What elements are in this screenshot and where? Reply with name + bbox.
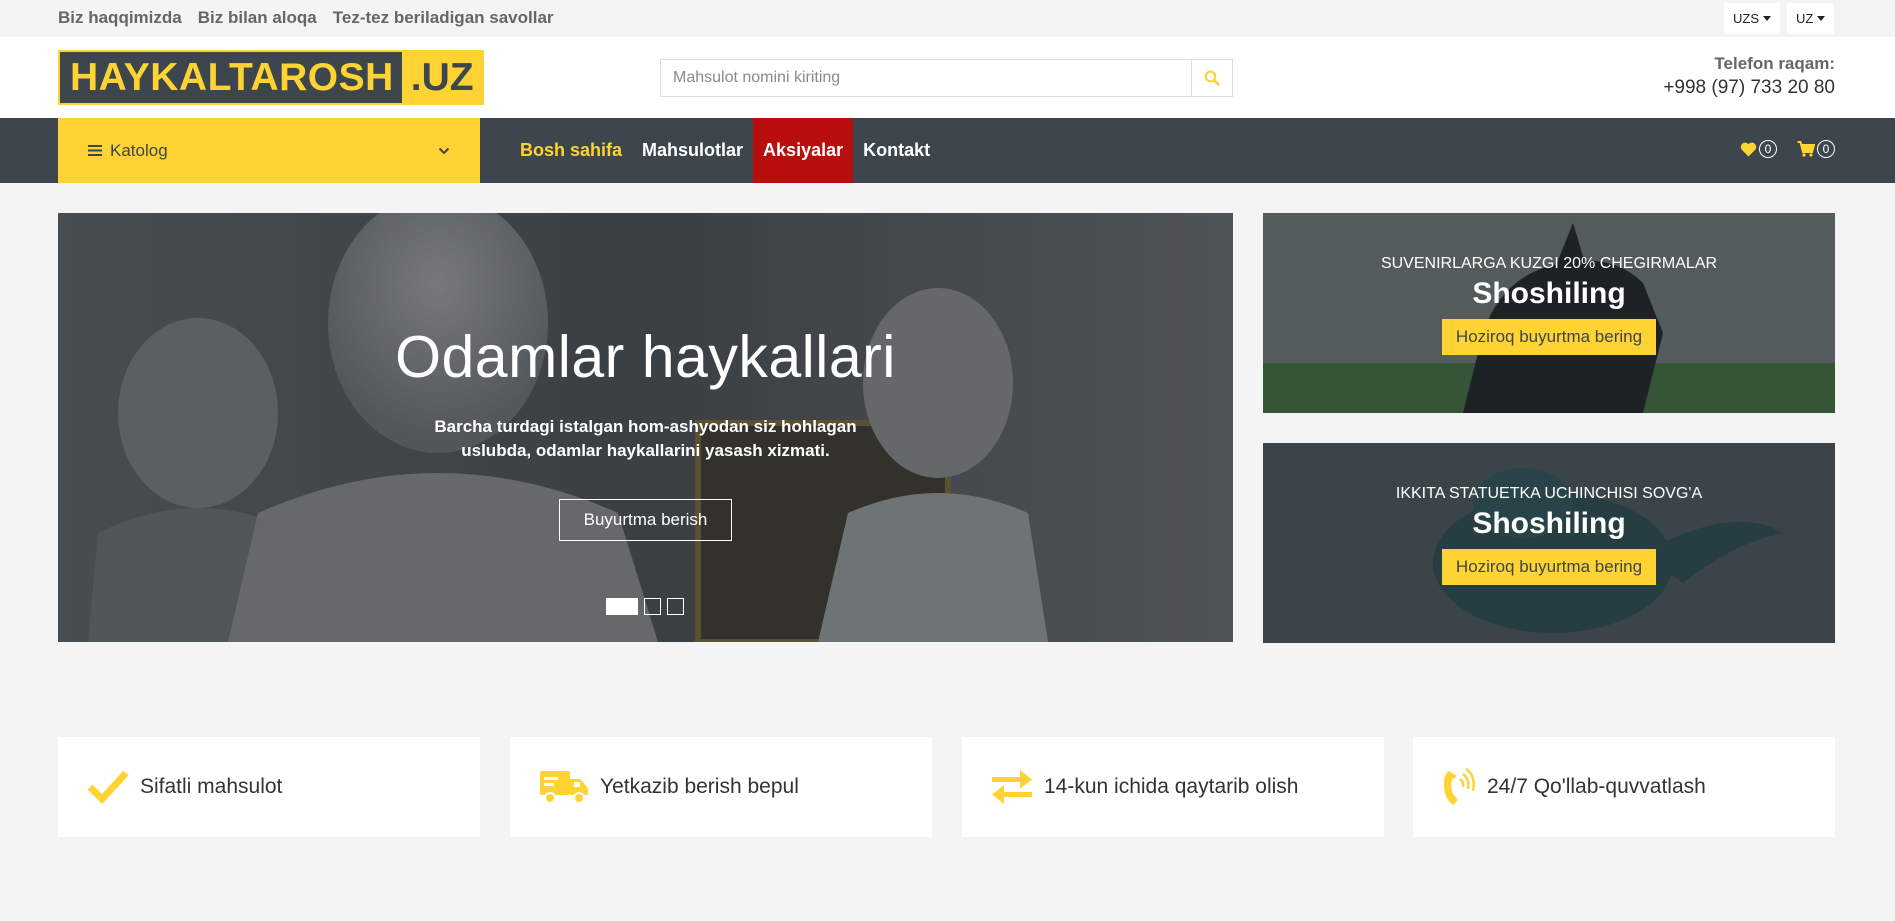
language-label: UZ	[1796, 11, 1814, 26]
promo-order-button[interactable]: Hoziroq buyurtma bering	[1441, 549, 1657, 585]
faq-link[interactable]: Tez-tez beriladigan savollar	[333, 8, 554, 28]
chevron-down-icon	[438, 147, 450, 154]
feature-label: 14-kun ichida qaytarib olish	[1044, 775, 1299, 798]
currency-label: UZS	[1733, 11, 1759, 26]
feature-label: Sifatli mahsulot	[140, 775, 283, 798]
search-input[interactable]	[661, 60, 1191, 96]
catalog-dropdown[interactable]: Katolog	[58, 118, 480, 183]
slider-dots	[606, 598, 684, 615]
promo-headline: Shoshiling	[1472, 507, 1626, 540]
promo-tagline: SUVENIRLARGA KUZGI 20% CHEGIRMALAR	[1380, 255, 1718, 272]
phone-volume-icon	[1443, 767, 1475, 805]
heart-icon	[1740, 142, 1757, 156]
order-button[interactable]: Buyurtma berish	[558, 499, 733, 541]
promo-order-button[interactable]: Hoziroq buyurtma bering	[1441, 319, 1657, 355]
cart-count: 0	[1817, 140, 1835, 158]
logo-text-domain: .UZ	[401, 50, 484, 105]
caret-down-icon	[1817, 16, 1826, 21]
feature-free-delivery: Yetkazib berish bepul	[510, 737, 932, 837]
site-logo[interactable]: HAYKALTAROSH .UZ	[58, 50, 484, 105]
bars-icon	[88, 145, 102, 156]
promo-caption: SUVENIRLARGA KUZGI 20% CHEGIRMALAR Shosh…	[1263, 255, 1835, 355]
top-links: Biz haqqimizda Biz bilan aloqa Tez-tez b…	[58, 8, 554, 28]
nav-item-home[interactable]: Bosh sahifa	[510, 118, 632, 183]
cart-icon	[1797, 141, 1815, 157]
promo-tagline: IKKITA STATUETKA UCHINCHISI SOVG'A	[1395, 485, 1703, 502]
slide-dot-2[interactable]	[644, 598, 661, 615]
exchange-icon	[992, 770, 1032, 804]
feature-support: 24/7 Qo'llab-quvvatlash	[1413, 737, 1835, 837]
hero-caption: Odamlar haykallari Barcha turdagi istalg…	[58, 323, 1233, 541]
wishlist-button[interactable]: 0	[1740, 140, 1777, 158]
nav-menu: Bosh sahifa Mahsulotlar Aksiyalar Kontak…	[510, 118, 940, 183]
truck-icon	[540, 771, 588, 804]
logo-text-main: HAYKALTAROSH	[58, 50, 402, 105]
hero-slider[interactable]: Odamlar haykallari Barcha turdagi istalg…	[58, 213, 1233, 642]
feature-return: 14-kun ichida qaytarib olish	[962, 737, 1384, 837]
check-icon	[87, 770, 129, 805]
promo-banner-2[interactable]: IKKITA STATUETKA UCHINCHISI SOVG'A Shosh…	[1263, 443, 1835, 643]
contact-us-link[interactable]: Biz bilan aloqa	[198, 8, 317, 28]
feature-quality: Sifatli mahsulot	[58, 737, 480, 837]
currency-dropdown[interactable]: UZS	[1724, 3, 1780, 34]
hero-title: Odamlar haykallari	[395, 324, 896, 390]
phone-number[interactable]: +998 (97) 733 20 80	[1663, 77, 1835, 99]
caret-down-icon	[1763, 16, 1771, 21]
nav-item-products[interactable]: Mahsulotlar	[632, 118, 753, 183]
nav-item-contact[interactable]: Kontakt	[853, 118, 940, 183]
promo-caption: IKKITA STATUETKA UCHINCHISI SOVG'A Shosh…	[1263, 485, 1835, 585]
about-link[interactable]: Biz haqqimizda	[58, 8, 182, 28]
promo-headline: Shoshiling	[1472, 277, 1626, 310]
language-dropdown[interactable]: UZ	[1787, 3, 1835, 34]
phone-block: Telefon raqam: +998 (97) 733 20 80	[1663, 54, 1835, 99]
slide-dot-1[interactable]	[606, 598, 638, 615]
nav-icons: 0 0	[1740, 140, 1835, 158]
header: HAYKALTAROSH .UZ Telefon raqam: +998 (97…	[0, 37, 1895, 118]
feature-label: Yetkazib berish bepul	[600, 775, 799, 798]
cart-button[interactable]: 0	[1797, 140, 1835, 158]
search-bar	[660, 59, 1233, 97]
catalog-label: Katolog	[110, 140, 168, 160]
feature-label: 24/7 Qo'llab-quvvatlash	[1487, 775, 1706, 798]
promo-banner-1[interactable]: SUVENIRLARGA KUZGI 20% CHEGIRMALAR Shosh…	[1263, 213, 1835, 413]
top-bar: Biz haqqimizda Biz bilan aloqa Tez-tez b…	[0, 0, 1895, 37]
wishlist-count: 0	[1759, 140, 1777, 158]
nav-item-sales[interactable]: Aksiyalar	[753, 118, 854, 183]
search-button[interactable]	[1191, 60, 1232, 96]
main-nav: Katolog Bosh sahifa Mahsulotlar Aksiyala…	[0, 118, 1895, 183]
phone-label: Telefon raqam:	[1714, 54, 1835, 73]
search-icon	[1204, 70, 1220, 86]
slide-dot-3[interactable]	[667, 598, 684, 615]
hero-subtitle: Barcha turdagi istalgan hom-ashyodan siz…	[434, 417, 857, 460]
